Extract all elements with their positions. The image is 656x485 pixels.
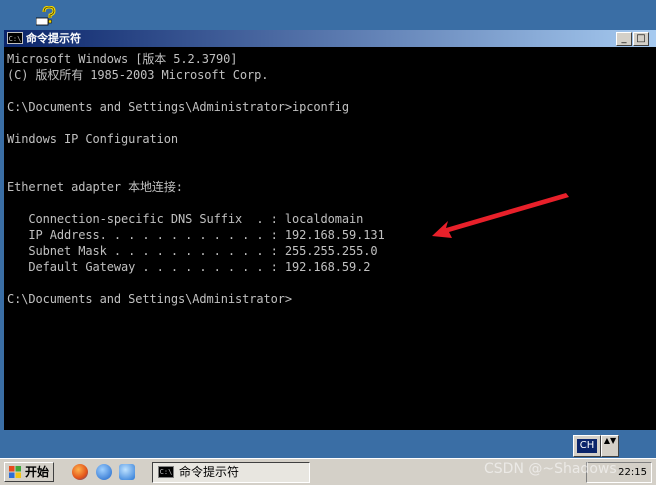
clock[interactable]: 22:15: [618, 463, 647, 482]
system-tray: 22:15: [586, 462, 652, 483]
ie-icon[interactable]: [119, 464, 135, 480]
firefox-icon[interactable]: [72, 464, 88, 480]
cmd-icon: C:\: [158, 466, 174, 478]
taskbar: 开始 C:\ 命令提示符 22:15: [0, 458, 656, 485]
language-bar-arrows[interactable]: ▲▼: [601, 435, 619, 457]
annotation-arrow: [432, 193, 569, 238]
browser-icon[interactable]: [96, 464, 112, 480]
language-bar[interactable]: CH: [573, 435, 601, 457]
taskbar-item-cmd[interactable]: C:\ 命令提示符: [152, 462, 310, 483]
start-label: 开始: [25, 465, 50, 479]
windows-flag-icon: [9, 466, 21, 478]
start-button[interactable]: 开始: [4, 462, 54, 482]
taskbar-item-label: 命令提示符: [179, 465, 240, 479]
language-indicator[interactable]: CH: [577, 439, 597, 453]
